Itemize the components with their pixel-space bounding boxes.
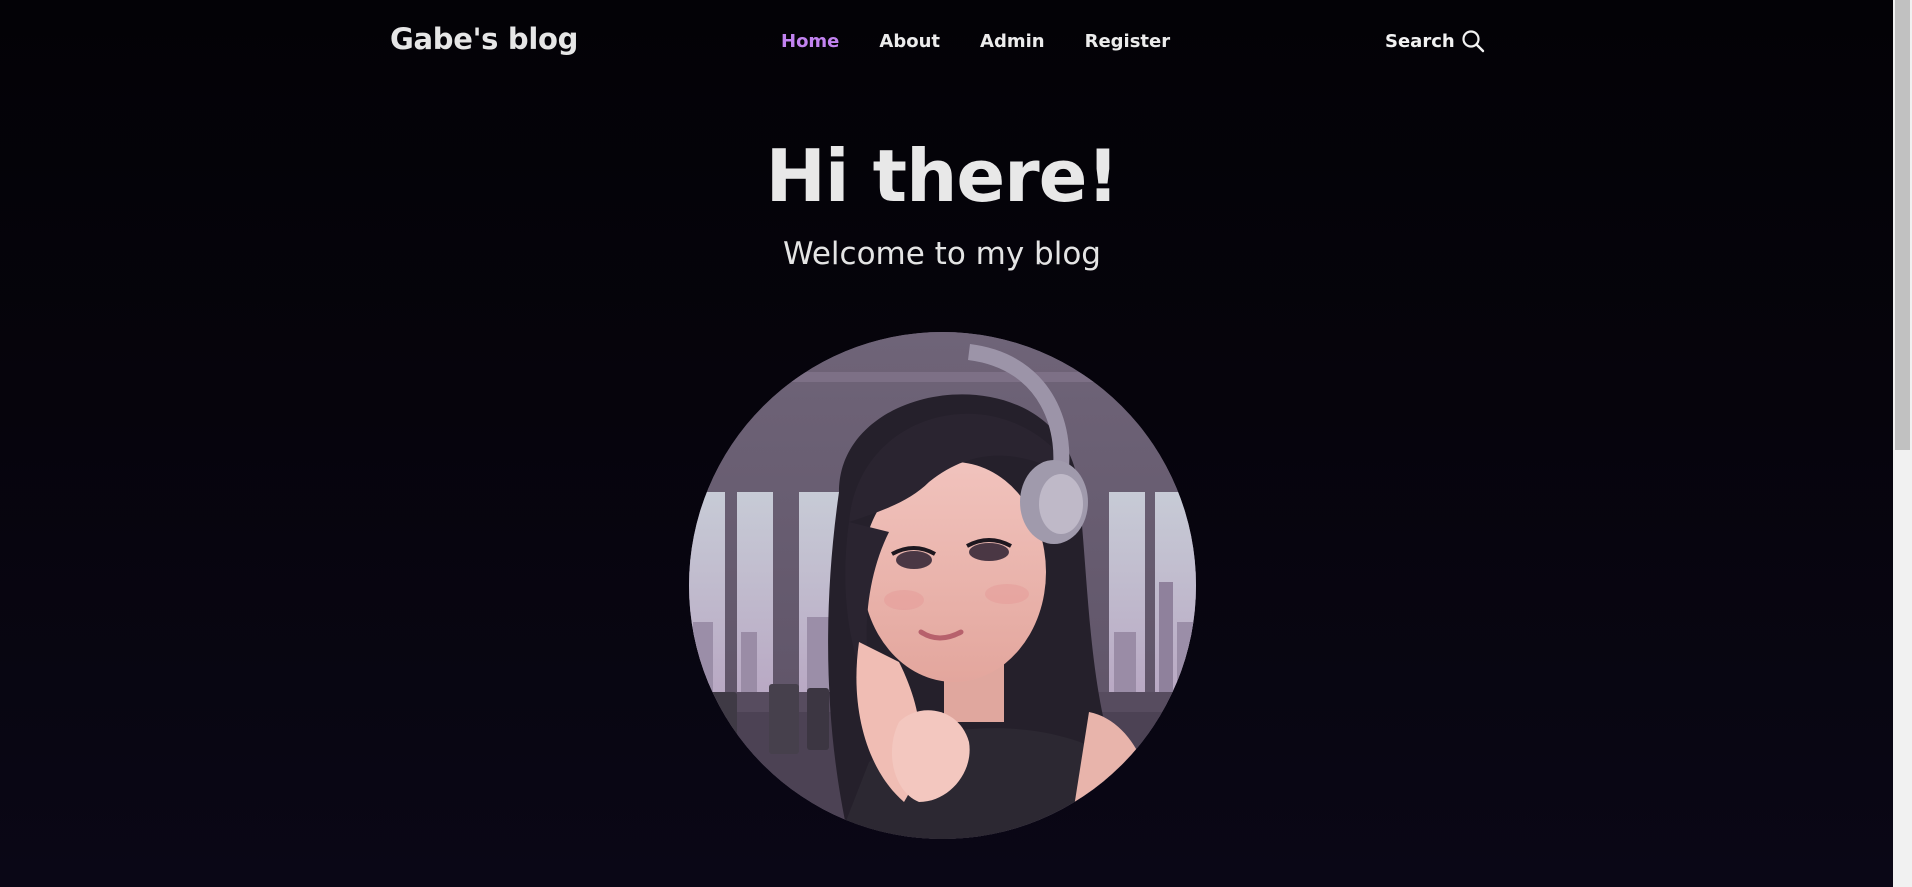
search-button[interactable]: Search [1385,29,1485,53]
avatar [689,332,1196,839]
search-icon [1461,29,1485,53]
site-brand-link[interactable]: Gabe's blog [390,22,578,56]
hero-title: Hi there! [765,134,1120,218]
nav-register-link[interactable]: Register [1085,31,1171,52]
nav-home-link[interactable]: Home [781,31,839,52]
search-label: Search [1385,30,1455,52]
nav-about-link[interactable]: About [879,31,940,52]
hero-subtitle: Welcome to my blog [783,236,1101,272]
nav-admin-link[interactable]: Admin [980,31,1045,52]
avatar-illustration [689,332,1196,839]
scrollbar-thumb[interactable] [1895,0,1910,450]
page: Gabe's blog Home About Admin Register Se… [0,0,1893,887]
site-header: Gabe's blog Home About Admin Register Se… [0,0,1893,88]
main-nav: Home About Admin Register [781,31,1210,52]
